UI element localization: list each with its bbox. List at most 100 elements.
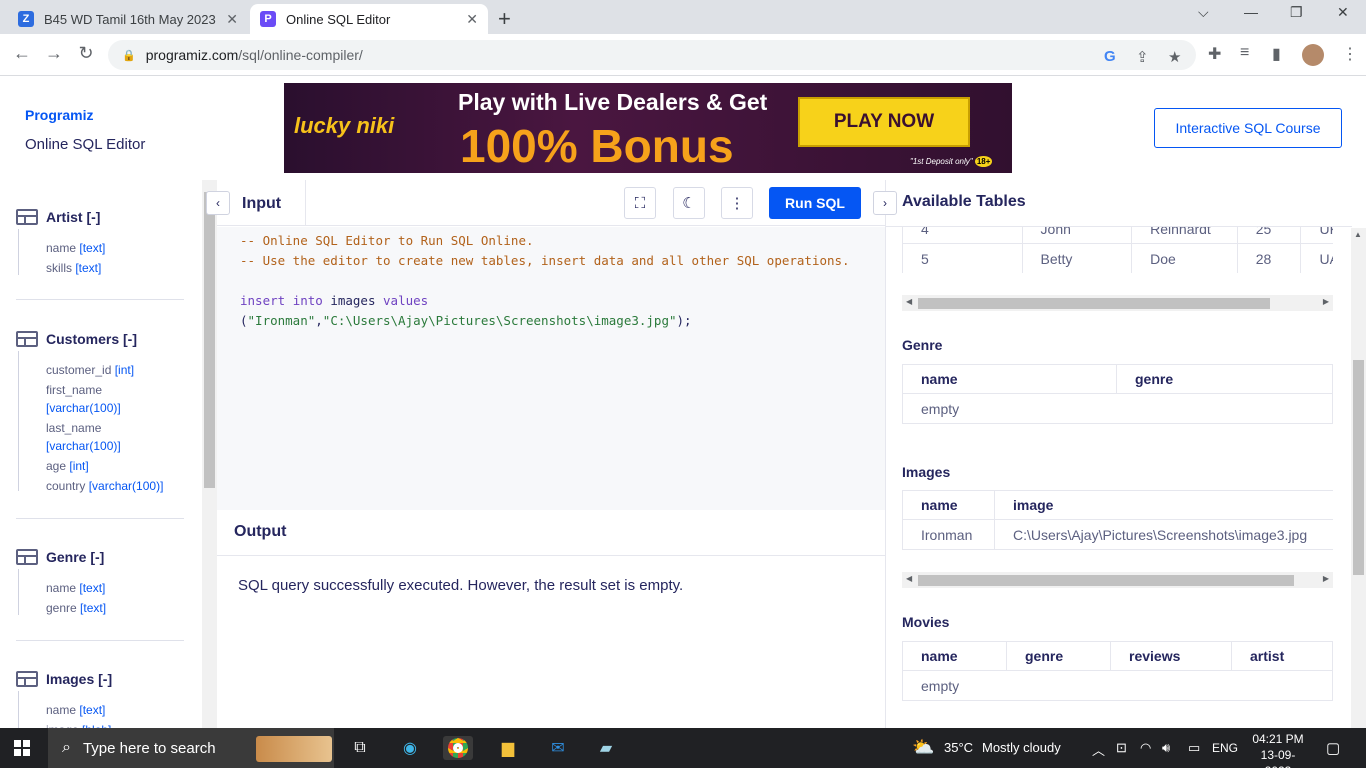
mail-icon[interactable]: ✉	[546, 736, 570, 760]
table-row: 4 John Reinhardt 25 UK	[903, 227, 1333, 244]
scrollbar-thumb[interactable]	[204, 192, 215, 488]
share-icon[interactable]: ⇪	[1136, 48, 1149, 66]
scroll-left-icon[interactable]: ◀	[906, 574, 912, 583]
notepad-app-icon[interactable]: ▰	[594, 736, 618, 760]
table-row: Ironman C:\Users\Ajay\Pictures\Screensho…	[903, 520, 1333, 549]
profile-avatar[interactable]	[1302, 44, 1324, 66]
close-tab-icon[interactable]: ✕	[226, 11, 238, 28]
images-horizontal-scrollbar[interactable]: ◀ ▶	[902, 572, 1333, 588]
taskbar-search-box[interactable]: ⌕ Type here to search	[48, 728, 334, 768]
language-indicator[interactable]: ENG	[1212, 741, 1238, 755]
battery-icon[interactable]: ▭	[1188, 740, 1200, 756]
images-table-viewport: name image Ironman C:\Users\Ajay\Picture…	[902, 490, 1333, 550]
weather-description[interactable]: Mostly cloudy	[982, 740, 1061, 755]
file-explorer-icon[interactable]: ▆	[496, 736, 520, 760]
table-name: Genre [-]	[46, 549, 105, 565]
ad-play-now-button[interactable]: PLAY NOW	[798, 97, 970, 147]
page-title: Online SQL Editor	[25, 136, 146, 153]
fullscreen-icon[interactable]: ⛶	[624, 187, 656, 219]
table-icon	[16, 549, 38, 565]
scrollbar-thumb[interactable]	[918, 298, 1270, 309]
table-row: empty	[921, 400, 960, 417]
forward-icon[interactable]: →	[42, 43, 66, 64]
address-bar[interactable]: 🔒 programiz.com/sql/online-compiler/ G ⇪…	[108, 40, 1196, 70]
ad-headline: Play with Live Dealers & Get	[458, 89, 768, 115]
url-path: /sql/online-compiler/	[238, 47, 363, 63]
tab-input[interactable]: Input	[226, 180, 306, 226]
scrollbar-thumb[interactable]	[1353, 360, 1364, 575]
sidebar-field: name [text]	[46, 581, 106, 595]
scroll-left-icon[interactable]: ◀	[906, 297, 912, 306]
tables-sidebar: Artist [-] name [text] skills [text] Cus…	[0, 180, 200, 728]
volume-icon[interactable]: 🔊︎	[1162, 740, 1170, 756]
movies-table-label: Movies	[902, 614, 950, 630]
advertisement-banner[interactable]: lucky niki Play with Live Dealers & Get …	[284, 83, 1012, 173]
windows-start-icon[interactable]	[14, 740, 30, 756]
age-badge: 18+	[974, 156, 993, 167]
sidebar-table-artist[interactable]: Artist [-]	[16, 209, 184, 225]
dark-mode-moon-icon[interactable]: ☾	[673, 187, 705, 219]
task-view-icon[interactable]: ⧉	[348, 736, 372, 760]
notifications-icon[interactable]: ▢	[1326, 739, 1340, 757]
browser-tab-sql-editor[interactable]: P Online SQL Editor ✕	[250, 4, 488, 34]
sidebar-scrollbar[interactable]	[202, 180, 217, 728]
panel-divider[interactable]	[885, 180, 886, 728]
sidebar-field: last_name	[46, 421, 102, 435]
media-control-icon[interactable]: ≡	[1240, 44, 1249, 62]
meet-now-icon[interactable]: ⊡	[1116, 740, 1127, 756]
edge-browser-icon[interactable]: ◉	[398, 736, 422, 760]
scroll-up-icon[interactable]: ▲	[1354, 230, 1362, 239]
tree-line	[18, 569, 19, 615]
reload-icon[interactable]: ↻	[74, 43, 98, 64]
close-tab-icon[interactable]: ✕	[466, 11, 478, 28]
sql-code-editor[interactable]	[217, 227, 885, 510]
sidebar-table-images[interactable]: Images [-]	[16, 671, 184, 687]
sidebar-field-type: [varchar(100)]	[46, 401, 121, 415]
google-icon[interactable]: G	[1104, 48, 1116, 65]
temperature[interactable]: 35°C	[944, 740, 973, 755]
table-name: Customers [-]	[46, 331, 138, 347]
minimize-icon[interactable]: —	[1244, 4, 1258, 20]
scroll-right-icon[interactable]: ▶	[1323, 297, 1329, 306]
table-header-row: name genre	[903, 365, 1332, 394]
weather-cloud-sun-icon[interactable]: ⛅	[912, 737, 934, 758]
right-panel-scrollbar[interactable]: ▲	[1351, 228, 1366, 728]
side-panel-icon[interactable]: ▮	[1272, 44, 1281, 64]
scrollbar-thumb[interactable]	[918, 575, 1294, 586]
tab-search-chevron-icon[interactable]: ⌵	[1198, 4, 1209, 21]
customers-horizontal-scrollbar[interactable]: ◀ ▶	[902, 295, 1333, 311]
programiz-logo[interactable]: Programiz	[25, 107, 93, 123]
scroll-right-icon[interactable]: ▶	[1323, 574, 1329, 583]
collapse-sidebar-chevron-left-icon[interactable]: ‹	[206, 191, 230, 215]
show-hidden-icons-chevron-icon[interactable]: ︿	[1092, 740, 1105, 759]
close-window-icon[interactable]: ✕	[1337, 4, 1349, 21]
new-tab-icon[interactable]: +	[498, 6, 511, 32]
sidebar-field: age [int]	[46, 459, 89, 473]
tab-title: Online SQL Editor	[286, 11, 391, 27]
windows-taskbar: ⌕ Type here to search ⧉ ◉ ▆ ✉ ▰ ⛅ 35°C M…	[0, 728, 1366, 778]
browser-tab-zen[interactable]: Z B45 WD Tamil 16th May 2023 @ ✕	[8, 4, 248, 34]
more-options-icon[interactable]: ⋮	[721, 187, 753, 219]
chrome-browser-icon[interactable]	[443, 736, 473, 760]
customers-table-viewport: 4 John Reinhardt 25 UK 5 Betty Doe 28 UA…	[902, 227, 1333, 273]
bookmark-star-icon[interactable]: ★	[1168, 48, 1181, 66]
wifi-icon[interactable]: ◠	[1140, 740, 1151, 756]
interactive-sql-course-button[interactable]: Interactive SQL Course	[1154, 108, 1342, 148]
sidebar-field: skills [text]	[46, 261, 102, 275]
sidebar-field: first_name	[46, 383, 103, 397]
table-icon	[16, 209, 38, 225]
back-icon[interactable]: ←	[10, 43, 34, 64]
search-icon: ⌕	[62, 739, 71, 756]
extensions-icon[interactable]: ✚	[1208, 44, 1221, 64]
restore-icon[interactable]: ❐	[1290, 4, 1303, 21]
run-sql-button[interactable]: Run SQL	[769, 187, 861, 219]
browser-menu-icon[interactable]: ⋮	[1342, 44, 1358, 64]
sidebar-table-customers[interactable]: Customers [-]	[16, 331, 184, 347]
genre-table-label: Genre	[902, 337, 943, 353]
collapse-right-panel-chevron-right-icon[interactable]: ›	[873, 191, 897, 215]
url-host: programiz.com	[145, 47, 239, 63]
system-clock[interactable]: 04:21 PM 13-09-2023	[1252, 731, 1304, 779]
sidebar-field-type: [varchar(100)]	[46, 439, 121, 453]
ad-fine-print-text: "1st Deposit only"	[910, 157, 973, 166]
sidebar-table-genre[interactable]: Genre [-]	[16, 549, 184, 565]
